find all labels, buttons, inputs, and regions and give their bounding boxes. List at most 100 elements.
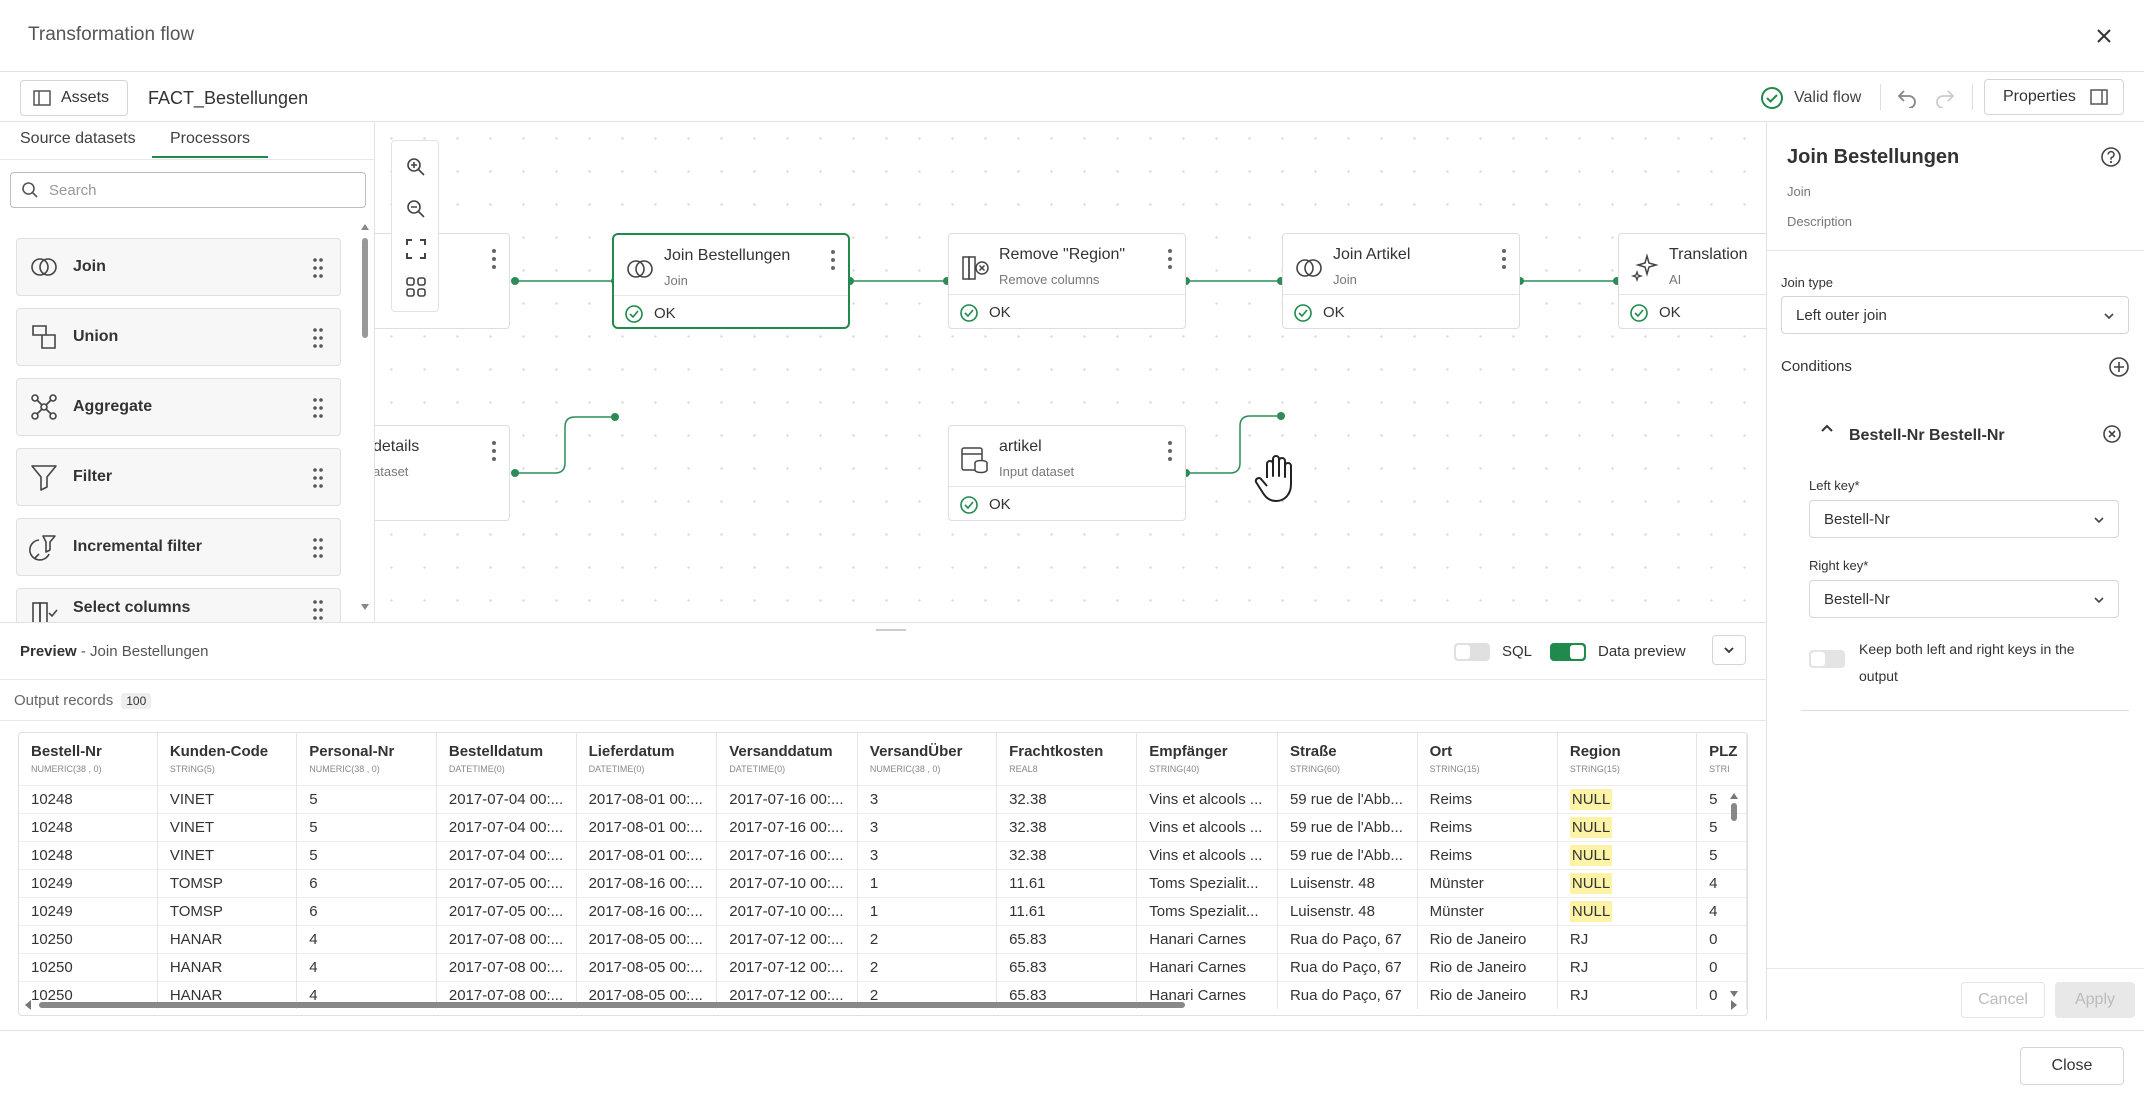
processor-label: Union <box>73 328 119 345</box>
right-key-label: Right key* <box>1809 558 1869 573</box>
divider <box>1767 968 2144 969</box>
search-input[interactable]: Search <box>49 182 97 199</box>
node-translation[interactable]: Translation AI OK <box>1618 233 1766 329</box>
processor-select-columns[interactable]: Select columns <box>16 588 341 622</box>
sql-label: SQL <box>1502 643 1533 660</box>
left-panel-tabs: Source datasets Processors <box>0 122 375 160</box>
collapse-preview-button[interactable] <box>1712 635 1746 665</box>
undo-icon[interactable] <box>1896 86 1918 108</box>
zoom-in-icon[interactable] <box>404 155 428 179</box>
kebab-menu-icon[interactable] <box>491 440 497 462</box>
table-cell: 2017-07-04 00:... <box>436 812 577 841</box>
table-cell: 2017-07-12 00:... <box>716 924 858 953</box>
table-cell: 0 <box>1696 952 1747 981</box>
column-header[interactable]: PLZ STRI <box>1696 733 1747 785</box>
cell-value: 4 <box>1709 874 1718 892</box>
table-cell: Rio de Janeiro <box>1417 924 1558 953</box>
column-header[interactable]: Ort STRING(15) <box>1417 733 1558 785</box>
column-header[interactable]: Lieferdatum DATETIME(0) <box>576 733 718 785</box>
column-header[interactable]: VersandÜber NUMERIC(38 , 0) <box>857 733 998 785</box>
table-cell: 5 <box>296 840 437 869</box>
flow-canvas[interactable]: un tase details ataset Join Bestellungen… <box>375 122 1766 622</box>
cell-value: 2017-08-01 00:... <box>588 846 703 864</box>
cell-value: 2 <box>869 930 879 948</box>
drag-handle-icon[interactable] <box>312 599 324 621</box>
join-type-select[interactable]: Left outer join <box>1781 296 2129 334</box>
remove-condition-icon[interactable] <box>2102 424 2122 444</box>
column-header[interactable]: Region STRING(15) <box>1557 733 1698 785</box>
node-artikel-dataset[interactable]: artikel Input dataset OK <box>948 425 1186 521</box>
panel-description[interactable]: Description <box>1787 214 1852 229</box>
drag-handle-icon[interactable] <box>312 467 324 489</box>
processor-join[interactable]: Join <box>16 238 341 296</box>
column-header[interactable]: Bestelldatum DATETIME(0) <box>436 733 577 785</box>
table-horizontal-scrollbar[interactable] <box>23 999 1739 1011</box>
left-key-select[interactable]: Bestell-Nr <box>1809 500 2119 538</box>
cell-value: 2017-07-04 00:... <box>448 818 564 836</box>
tab-source-datasets[interactable]: Source datasets <box>20 130 136 148</box>
node-join-artikel[interactable]: Join Artikel Join OK <box>1282 233 1520 329</box>
column-type: NUMERIC(38 , 0) <box>309 764 380 774</box>
right-key-select[interactable]: Bestell-Nr <box>1809 580 2119 618</box>
node-remove-region[interactable]: Remove "Region" Remove columns OK <box>948 233 1186 329</box>
cell-value: 2017-07-04 00:... <box>448 846 564 864</box>
column-header[interactable]: Frachtkosten REAL8 <box>996 733 1138 785</box>
column-header[interactable]: Kunden-Code STRING(5) <box>157 733 298 785</box>
processor-aggregate[interactable]: Aggregate <box>16 378 341 436</box>
divider <box>1767 250 2144 251</box>
window-title: Transformation flow <box>28 24 195 45</box>
column-header[interactable]: Straße STRING(60) <box>1277 733 1418 785</box>
drag-handle-icon[interactable] <box>312 327 324 349</box>
column-header[interactable]: Personal-Nr NUMERIC(38 , 0) <box>296 733 437 785</box>
table-cell: 3 <box>857 784 998 813</box>
kebab-menu-icon[interactable] <box>1167 440 1173 462</box>
data-preview-toggle[interactable] <box>1550 643 1586 661</box>
sql-toggle[interactable] <box>1454 643 1490 661</box>
properties-button[interactable]: Properties <box>1984 79 2124 115</box>
check-circle-icon <box>959 495 979 515</box>
drag-handle-icon[interactable] <box>312 257 324 279</box>
keep-keys-label-line-1: Keep both left and right keys in the <box>1859 641 2075 657</box>
drag-handle-icon[interactable] <box>312 537 324 559</box>
tab-processors[interactable]: Processors <box>152 130 269 158</box>
close-button[interactable]: Close <box>2020 1047 2124 1085</box>
cell-value: 2017-07-16 00:... <box>729 818 844 836</box>
redo-icon[interactable] <box>1934 86 1956 108</box>
apply-button[interactable]: Apply <box>2055 982 2135 1018</box>
table-vertical-scrollbar[interactable] <box>1729 791 1739 1001</box>
chevron-up-icon[interactable] <box>1819 420 1835 436</box>
processor-incremental-filter[interactable]: Incremental filter <box>16 518 341 576</box>
processor-search[interactable]: Search <box>10 172 366 208</box>
node-details-dataset[interactable]: details ataset <box>375 425 510 521</box>
zoom-out-icon[interactable] <box>404 197 428 221</box>
table-row: 10249 TOMSP 6 2017-07-05 00:... 2017-08-16 0… <box>19 896 1747 925</box>
fit-view-icon[interactable] <box>404 237 428 261</box>
table-cell: TOMSP <box>157 868 298 897</box>
table-cell: 10248 <box>19 840 158 869</box>
drag-handle-icon[interactable] <box>312 397 324 419</box>
auto-layout-icon[interactable] <box>404 275 428 299</box>
close-icon[interactable] <box>2090 22 2118 50</box>
keep-keys-toggle[interactable] <box>1809 650 1845 668</box>
kebab-menu-icon[interactable] <box>830 249 836 271</box>
processor-list-scrollbar[interactable] <box>360 222 370 612</box>
kebab-menu-icon[interactable] <box>1167 248 1173 270</box>
processor-filter[interactable]: Filter <box>16 448 341 506</box>
cancel-button[interactable]: Cancel <box>1961 982 2045 1018</box>
help-icon[interactable] <box>2100 146 2122 168</box>
node-join-bestellungen[interactable]: Join Bestellungen Join OK <box>612 233 850 329</box>
processor-union[interactable]: Union <box>16 308 341 366</box>
table-cell: 5 <box>1696 812 1747 841</box>
add-condition-icon[interactable] <box>2108 356 2130 378</box>
kebab-menu-icon[interactable] <box>1501 248 1507 270</box>
column-header[interactable]: Bestell-Nr NUMERIC(38 , 0) <box>19 733 158 785</box>
resize-handle[interactable] <box>876 629 906 631</box>
assets-button[interactable]: Assets <box>20 80 128 116</box>
column-header[interactable]: Versanddatum DATETIME(0) <box>716 733 858 785</box>
column-header[interactable]: Empfänger STRING(40) <box>1136 733 1278 785</box>
cell-value: 59 rue de l'Abb... <box>1289 790 1403 808</box>
table-cell: 2017-07-08 00:... <box>436 924 577 953</box>
kebab-menu-icon[interactable] <box>491 248 497 270</box>
check-circle-icon <box>1760 86 1784 110</box>
cell-value: 10248 <box>31 790 73 808</box>
